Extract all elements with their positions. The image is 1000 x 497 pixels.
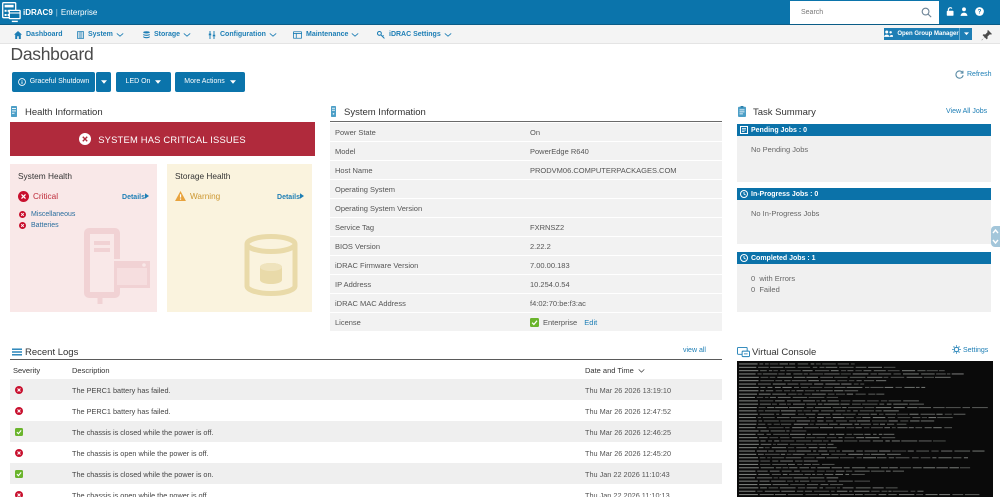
svg-text:?: ? <box>978 9 982 16</box>
